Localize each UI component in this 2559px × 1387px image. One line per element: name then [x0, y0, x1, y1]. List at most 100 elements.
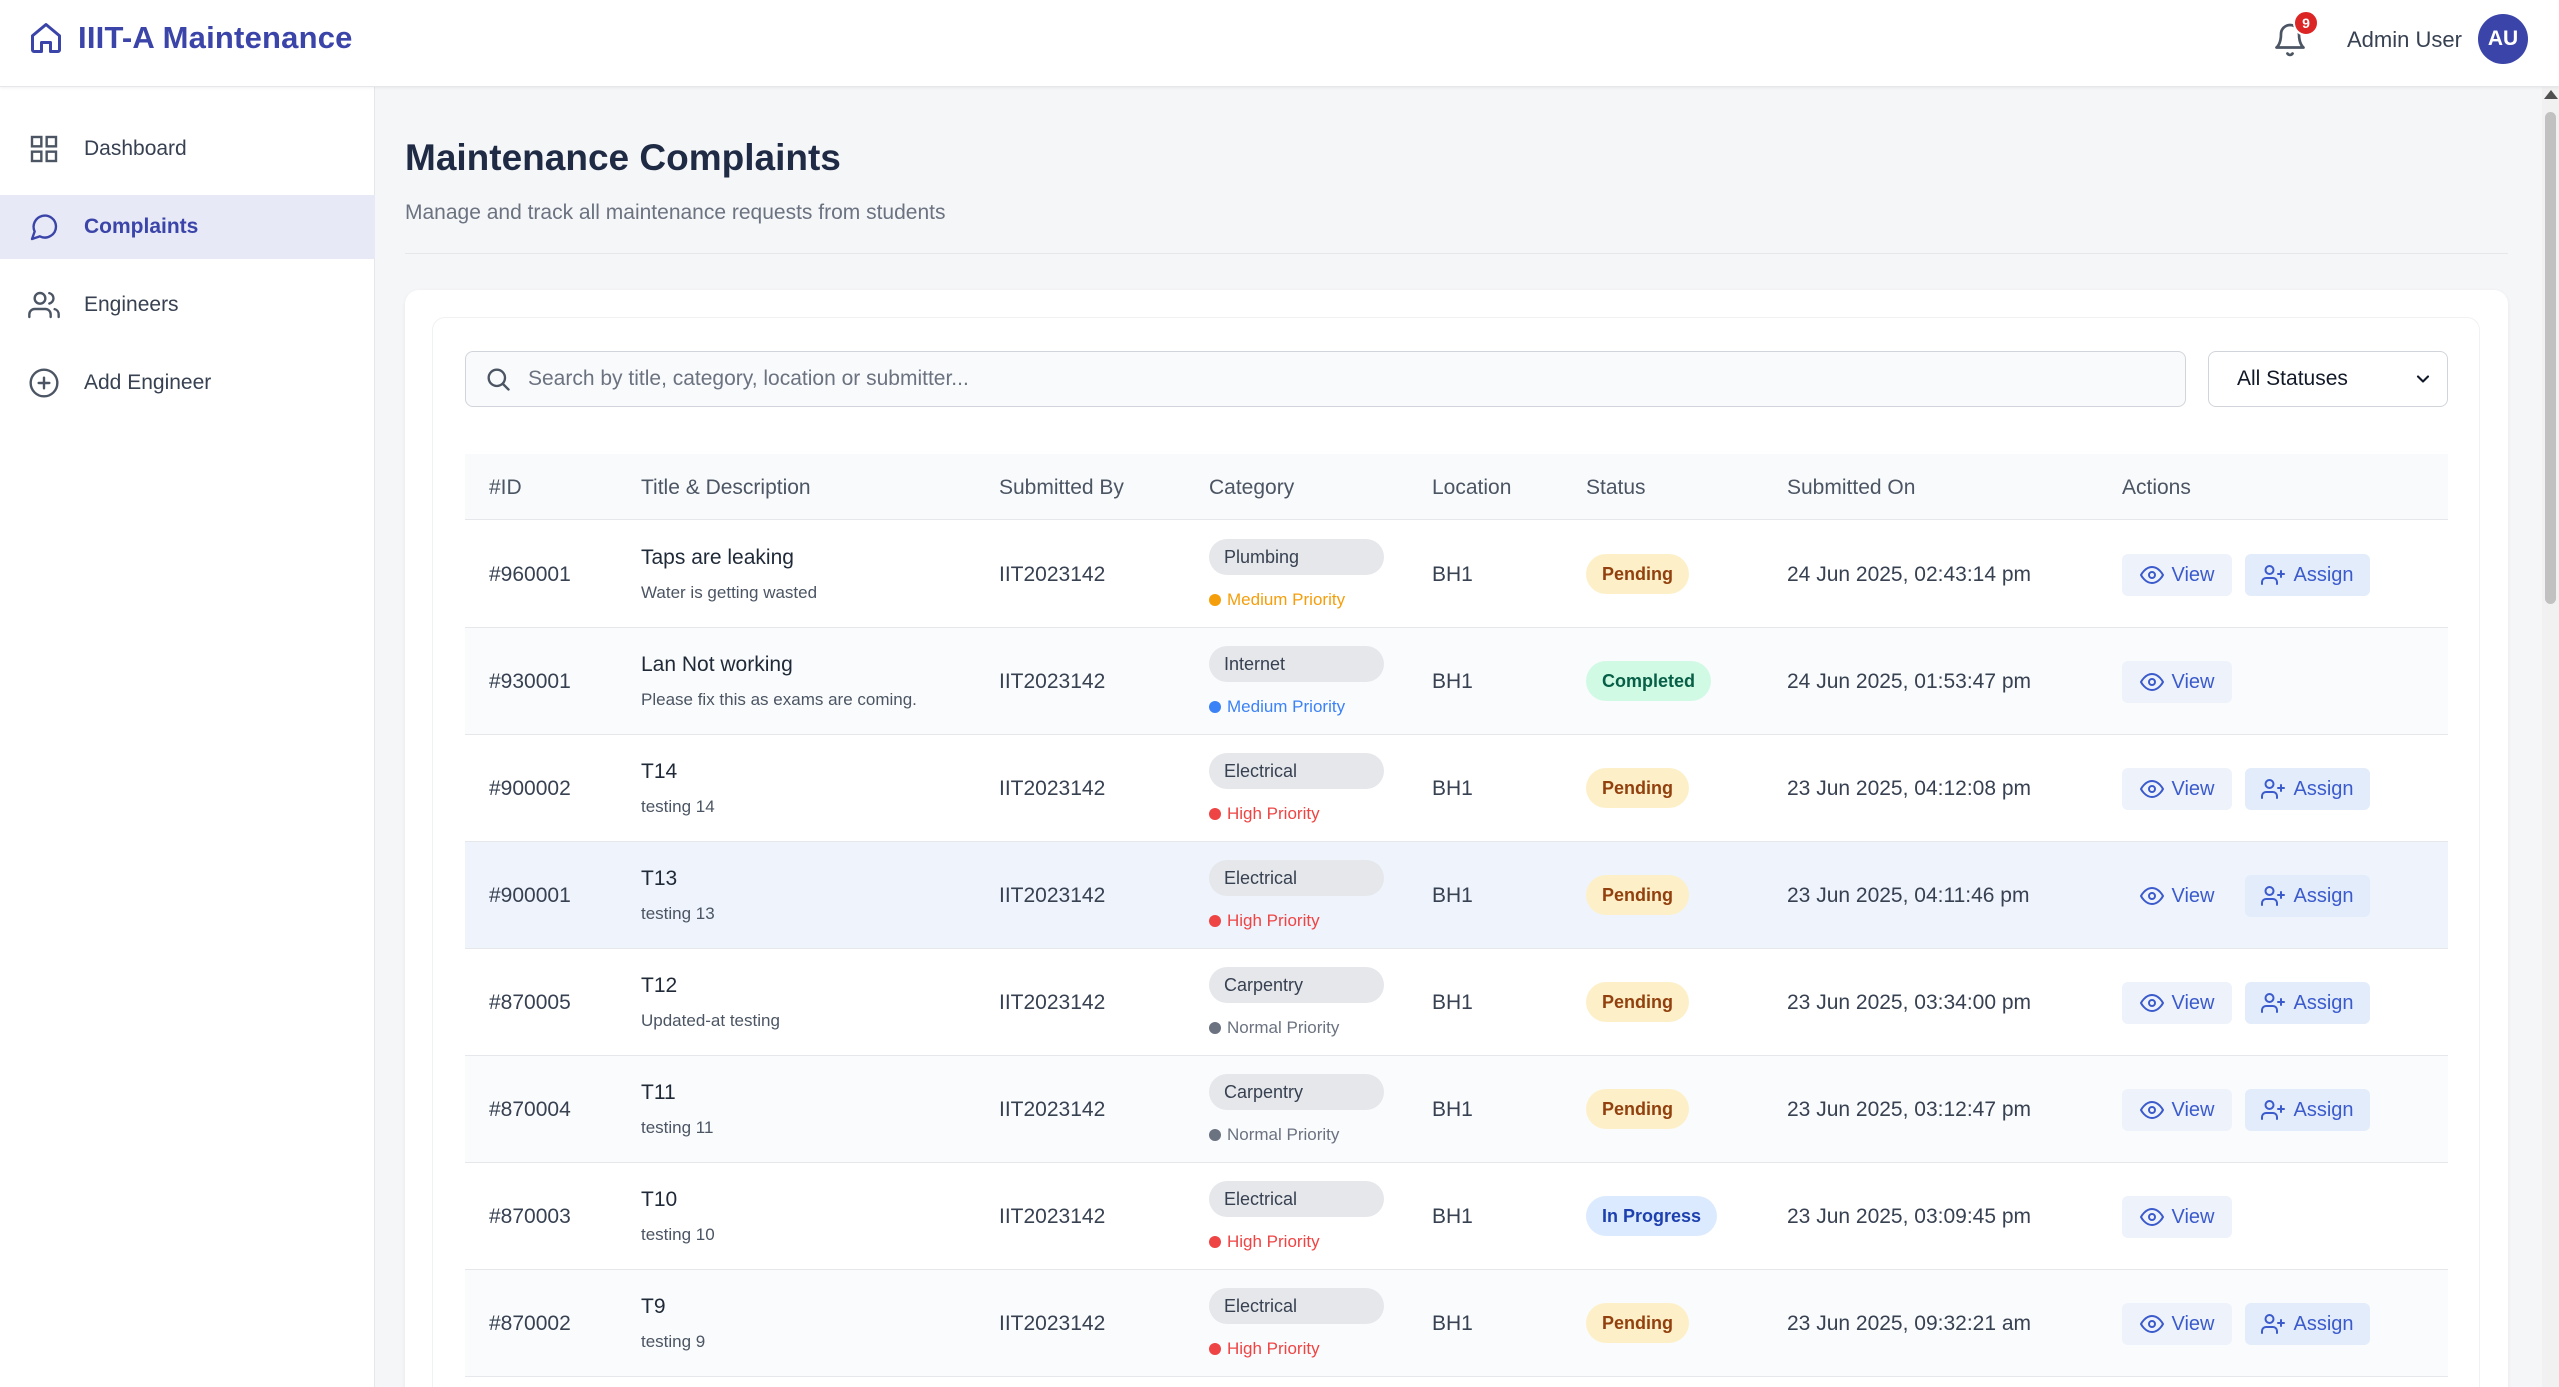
category-pill: Electrical [1209, 860, 1384, 896]
assign-button[interactable]: Assign [2245, 1089, 2370, 1131]
complaint-description: Water is getting wasted [641, 583, 818, 602]
location: BH1 [1432, 670, 1473, 693]
user-plus-icon [2261, 1100, 2286, 1120]
view-button-label: View [2171, 1312, 2215, 1335]
submitted-by: IIT2023142 [999, 563, 1106, 586]
eye-icon [2139, 566, 2164, 584]
complaint-description: testing 11 [641, 1118, 714, 1137]
view-button[interactable]: View [2122, 1089, 2232, 1131]
assign-button[interactable]: Assign [2245, 768, 2370, 810]
table-row[interactable]: #870003 T10 testing 10 IIT2023142 Electrical… [465, 1163, 2448, 1270]
column-header-status[interactable]: Status [1586, 476, 1646, 500]
home-icon [31, 23, 61, 53]
avatar[interactable]: AU [2478, 14, 2528, 64]
assign-button-label: Assign [2293, 991, 2354, 1014]
view-button[interactable]: View [2122, 768, 2232, 810]
submitted-by: IIT2023142 [999, 670, 1106, 693]
view-button-label: View [2171, 563, 2215, 586]
grid-icon [30, 135, 58, 163]
status-badge: In Progress [1586, 1196, 1718, 1236]
complaint-title: T9 [641, 1295, 666, 1318]
status-badge: Pending [1586, 982, 1689, 1022]
page-title: Maintenance Complaints [405, 137, 841, 178]
view-button-label: View [2171, 777, 2215, 800]
complaint-description: testing 9 [641, 1332, 706, 1351]
assign-button[interactable]: Assign [2245, 875, 2370, 917]
view-button[interactable]: View [2122, 875, 2232, 917]
complaint-description: testing 10 [641, 1225, 715, 1244]
assign-button[interactable]: Assign [2245, 982, 2370, 1024]
view-button[interactable]: View [2122, 554, 2232, 596]
column-header-submitted-by[interactable]: Submitted By [999, 476, 1124, 500]
sidebar-item-engineers[interactable]: Engineers [0, 273, 375, 337]
table-row[interactable]: #870002 T9 testing 9 IIT2023142 Electrical Hi… [465, 1270, 2448, 1377]
scroll-up-arrow[interactable] [2544, 90, 2558, 99]
scrollbar-thumb[interactable] [2545, 112, 2556, 604]
location: BH1 [1432, 884, 1473, 907]
status-badge: Pending [1586, 1303, 1689, 1343]
column-header-submitted-on[interactable]: Submitted On [1787, 476, 1915, 500]
notification-count-badge: 9 [2293, 10, 2319, 36]
complaint-title: Lan Not working [641, 653, 793, 676]
column-header-category[interactable]: Category [1209, 476, 1294, 500]
sidebar-item-label: Complaints [84, 215, 199, 238]
user-plus-icon [2261, 779, 2286, 799]
eye-icon [2139, 994, 2164, 1012]
assign-button[interactable]: Assign [2245, 1303, 2370, 1345]
category-pill: Carpentry [1209, 1074, 1384, 1110]
table-row[interactable]: #960001 Taps are leaking Water is getting … [465, 521, 2448, 628]
complaint-id: #870002 [489, 1312, 571, 1335]
complaint-title: T13 [641, 867, 678, 890]
view-button[interactable]: View [2122, 661, 2232, 703]
complaint-id: #870005 [489, 991, 571, 1014]
chat-icon [30, 214, 58, 241]
user-plus-icon [2261, 1314, 2286, 1334]
view-button[interactable]: View [2122, 1303, 2232, 1345]
column-header-title[interactable]: Title & Description [641, 476, 811, 500]
status-filter-select[interactable]: All Statuses [2208, 351, 2448, 407]
priority-dot [1209, 1129, 1221, 1141]
complaint-id: #870003 [489, 1205, 571, 1228]
search-box[interactable] [465, 351, 2186, 407]
priority-dot [1209, 701, 1221, 713]
view-button-label: View [2171, 1205, 2215, 1228]
assign-button-label: Assign [2293, 563, 2354, 586]
brand[interactable]: IIIT-A Maintenance [28, 20, 353, 56]
assign-button[interactable]: Assign [2245, 554, 2370, 596]
search-icon [487, 368, 510, 391]
priority-label: Normal Priority [1209, 1125, 1339, 1145]
sidebar-item-label: Dashboard [84, 137, 187, 160]
priority-text: High Priority [1227, 804, 1320, 823]
sidebar: Dashboard Complaints Engineers Add Engin… [0, 87, 375, 1387]
complaint-title: Taps are leaking [641, 546, 794, 569]
view-button-label: View [2171, 884, 2215, 907]
sidebar-item-complaints[interactable]: Complaints [0, 195, 375, 259]
view-button[interactable]: View [2122, 982, 2232, 1024]
table-row[interactable]: #870004 T11 testing 11 IIT2023142 Carpentry N… [465, 1056, 2448, 1163]
priority-text: Medium Priority [1227, 697, 1346, 716]
location: BH1 [1432, 1205, 1473, 1228]
priority-label: High Priority [1209, 911, 1320, 931]
column-header-location[interactable]: Location [1432, 476, 1511, 500]
priority-label: High Priority [1209, 1339, 1320, 1359]
search-input[interactable] [528, 367, 2128, 391]
submitted-on: 24 Jun 2025, 02:43:14 pm [1787, 563, 2032, 586]
complaint-id: #960001 [489, 563, 571, 586]
user-name[interactable]: Admin User [2347, 27, 2462, 53]
column-header-id[interactable]: #ID [489, 476, 522, 500]
assign-button-label: Assign [2293, 1312, 2354, 1335]
submitted-on: 24 Jun 2025, 01:53:47 pm [1787, 670, 2032, 693]
table-row[interactable]: #900001 T13 testing 13 IIT2023142 Electrical… [465, 842, 2448, 949]
table-row[interactable]: #870005 T12 Updated-at testing IIT2023142 Ca… [465, 949, 2448, 1056]
view-button[interactable]: View [2122, 1196, 2232, 1238]
priority-dot [1209, 1236, 1221, 1248]
complaint-description: testing 13 [641, 904, 715, 923]
view-button-label: View [2171, 991, 2215, 1014]
eye-icon [2139, 780, 2164, 798]
sidebar-item-dashboard[interactable]: Dashboard [0, 117, 375, 181]
table-row[interactable]: #930001 Lan Not working Please fix this as… [465, 628, 2448, 735]
eye-icon [2139, 673, 2164, 691]
submitted-on: 23 Jun 2025, 03:12:47 pm [1787, 1098, 2032, 1121]
sidebar-item-add-engineer[interactable]: Add Engineer [0, 351, 375, 415]
table-row[interactable]: #900002 T14 testing 14 IIT2023142 Electrical… [465, 735, 2448, 842]
